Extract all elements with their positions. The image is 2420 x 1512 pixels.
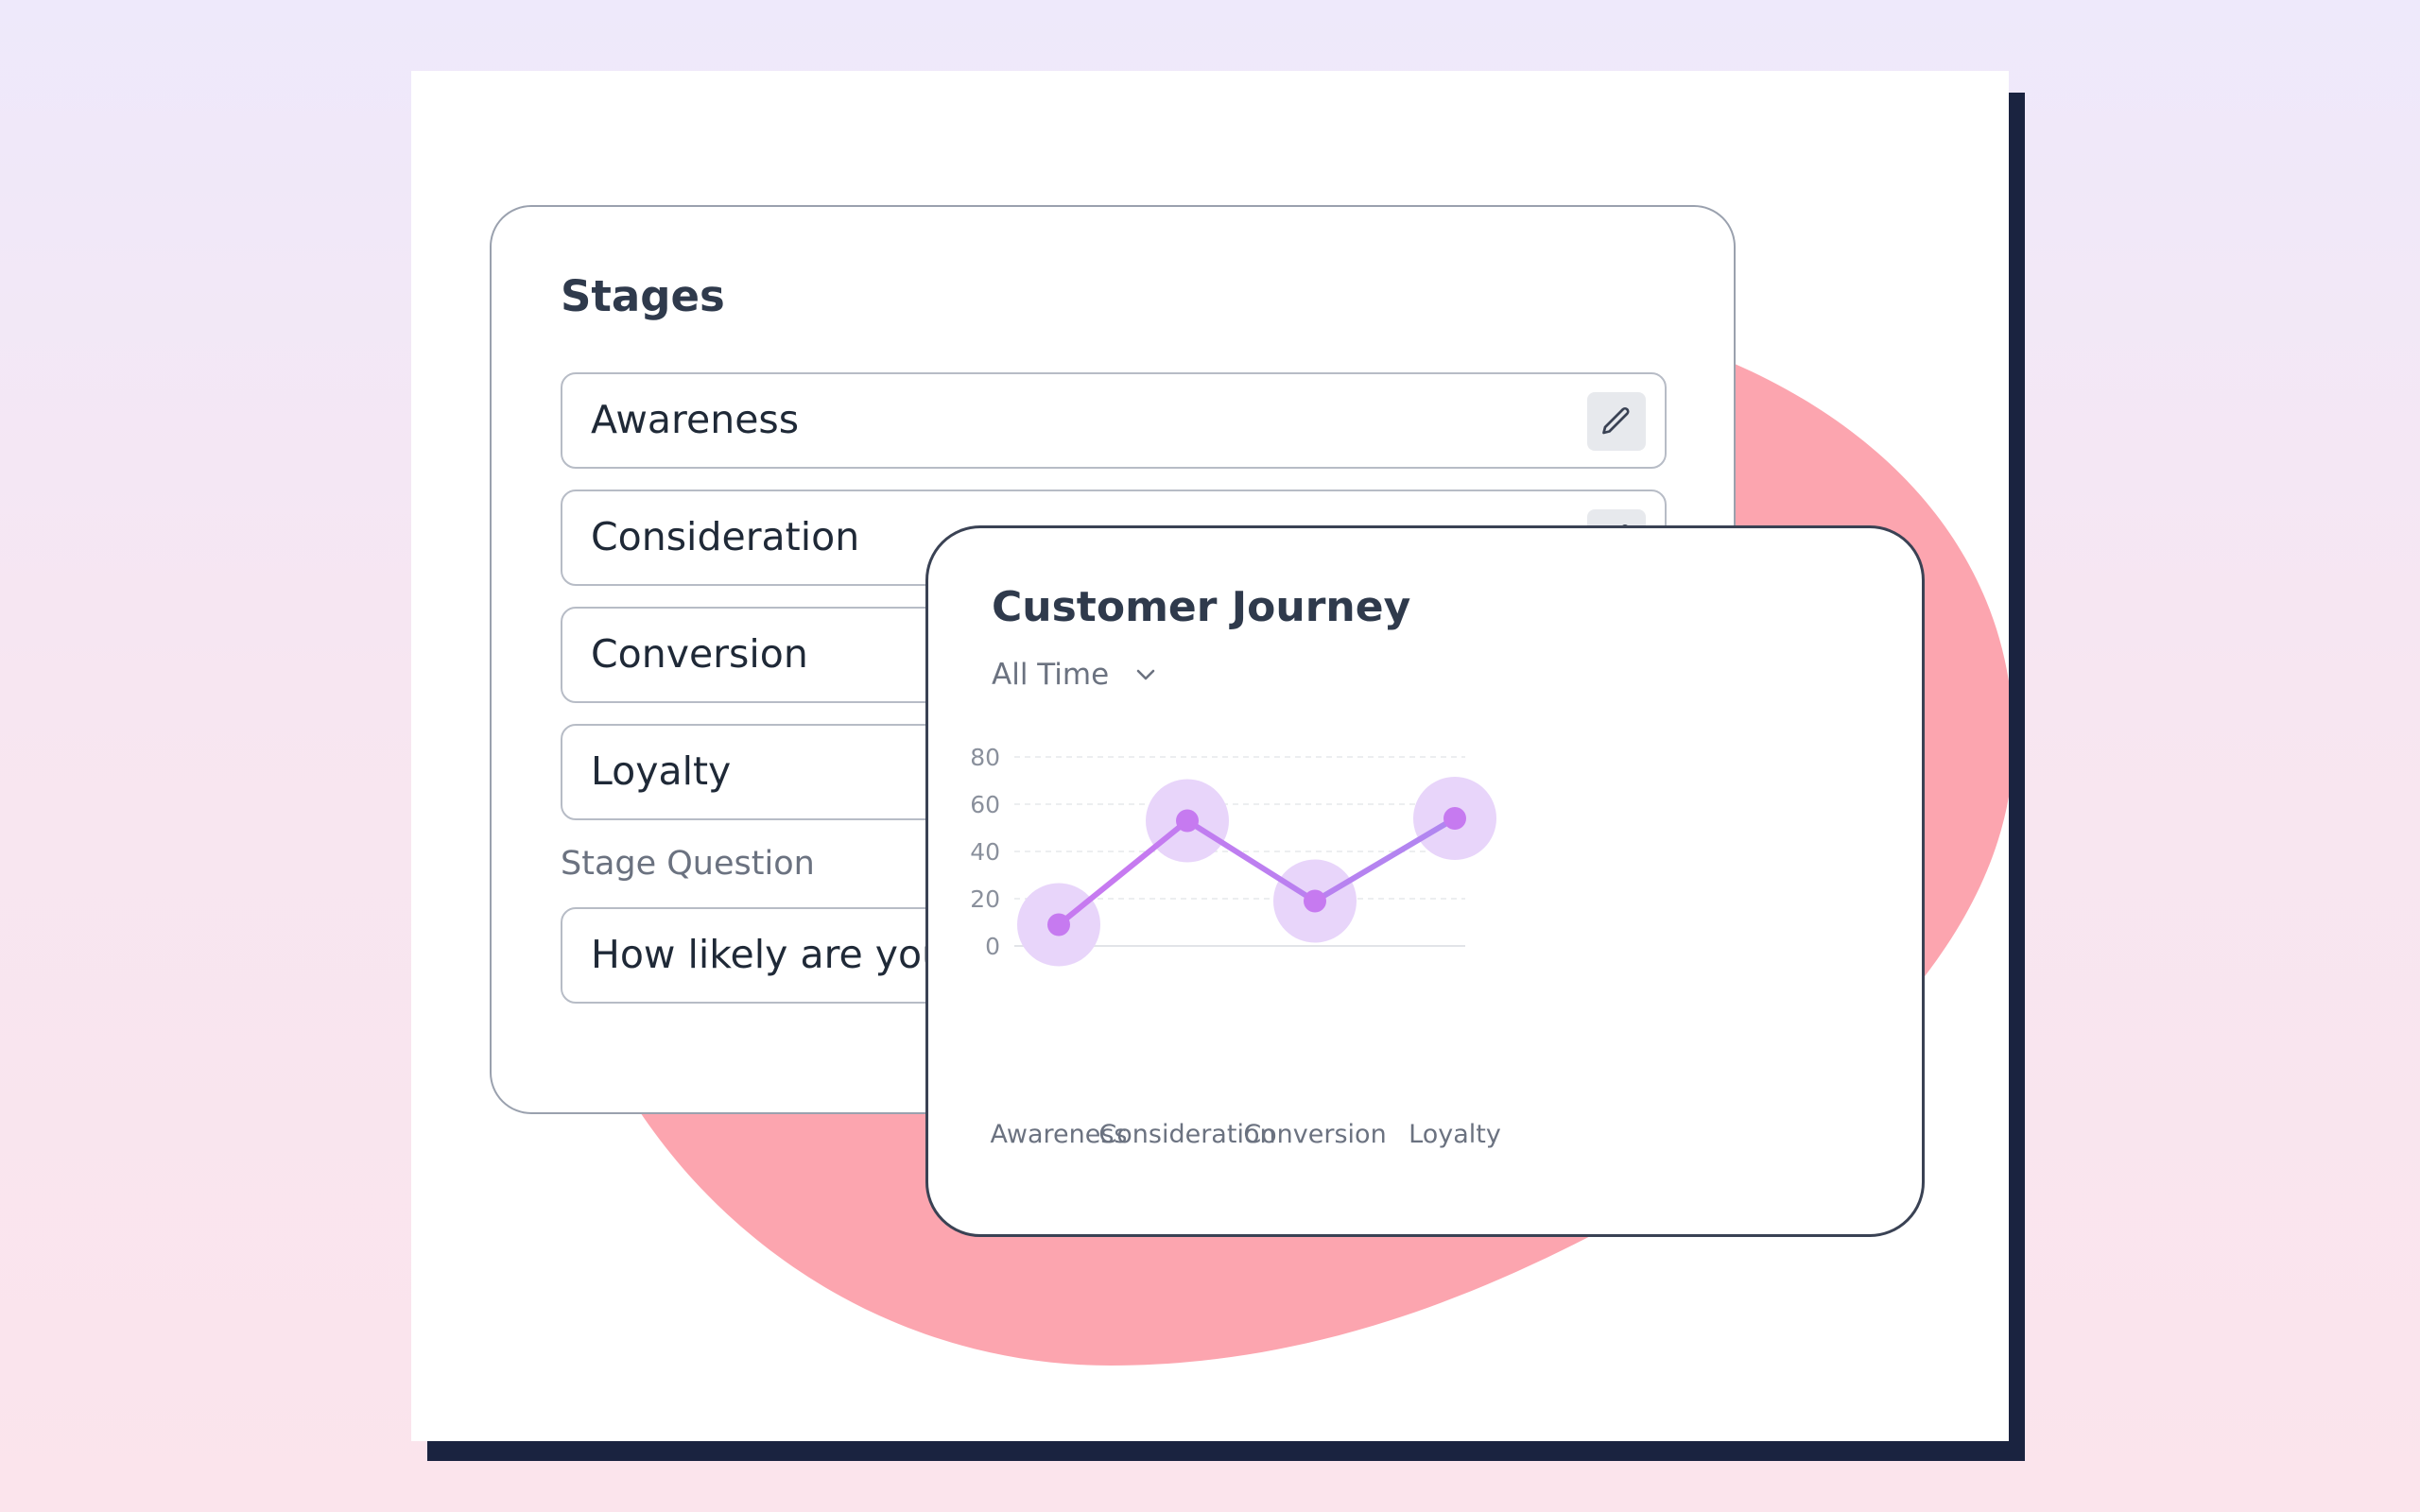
x-tick-label: Loyalty <box>1409 1120 1501 1149</box>
data-point[interactable] <box>1047 913 1070 936</box>
pencil-icon <box>1602 406 1630 435</box>
data-point[interactable] <box>1443 807 1466 830</box>
stage-label: Consideration <box>591 514 860 559</box>
customer-journey-card: Customer Journey All Time 0 20 40 60 80 Awar… <box>925 525 1925 1237</box>
stage-question-label: Stage Question <box>561 845 815 883</box>
y-tick-label: 40 <box>970 838 1000 866</box>
data-point[interactable] <box>1304 889 1326 913</box>
y-tick-label: 0 <box>985 933 1000 960</box>
stage-label: Loyalty <box>591 748 732 794</box>
data-point[interactable] <box>1176 809 1199 833</box>
x-tick-label: Conversion <box>1243 1120 1386 1149</box>
line-chart: 020406080 AwarenessConsiderationConversi… <box>970 744 1501 1149</box>
illustration-frame: Stages Awareness Consideration Conversio… <box>411 71 2009 1441</box>
y-tick-label: 20 <box>970 885 1000 913</box>
stage-question-value: How likely are you t <box>591 932 975 977</box>
stage-label: Conversion <box>591 631 808 677</box>
y-tick-label: 60 <box>970 791 1000 818</box>
series-line <box>1056 816 1458 928</box>
y-tick-label: 80 <box>970 744 1000 771</box>
stage-input-awareness[interactable]: Awareness <box>561 372 1667 469</box>
edit-stage-button[interactable] <box>1587 392 1646 451</box>
stages-title: Stages <box>561 271 725 321</box>
stage-label: Awareness <box>591 397 800 442</box>
